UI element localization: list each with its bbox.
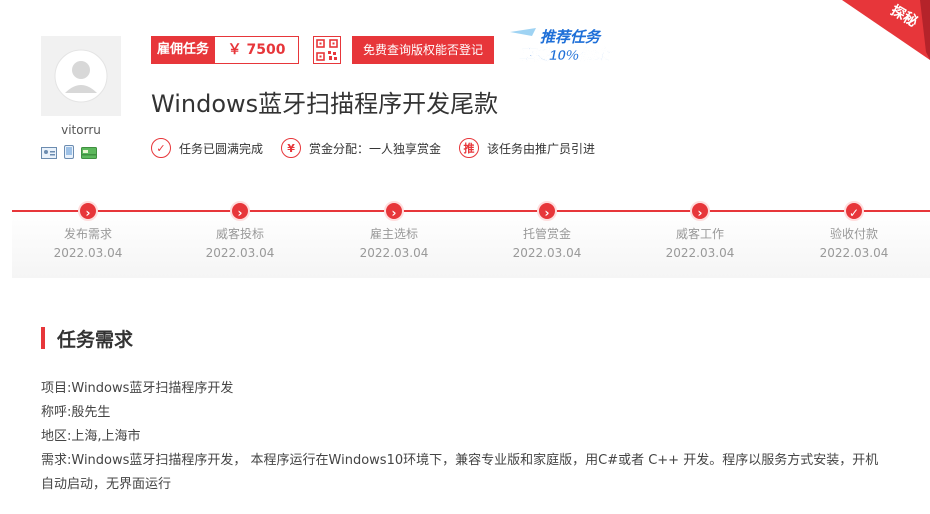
check-icon: ✓: [151, 138, 171, 158]
chevron-right-icon: ›: [78, 201, 98, 221]
default-avatar-icon: [54, 49, 108, 103]
chevron-right-icon: ›: [537, 201, 557, 221]
username[interactable]: vitorru: [41, 123, 121, 137]
desc-name: 称呼:殷先生: [41, 405, 111, 420]
reward-price: ￥ 7500: [215, 36, 300, 64]
reward-row: 雇佣任务 ￥ 7500: [151, 36, 300, 64]
step-escrow: › 托管赏金 2022.03.04: [487, 201, 607, 260]
check-icon: ✓: [844, 201, 864, 221]
bank-card-icon[interactable]: [81, 144, 97, 163]
feature-completed: ✓ 任务已圆满完成: [151, 138, 263, 158]
yen-icon: ¥: [281, 138, 302, 158]
task-progress: › 发布需求 2022.03.04 › 威客投标 2022.03.04 › 雇主…: [12, 201, 930, 278]
step-select: › 雇主选标 2022.03.04: [334, 201, 454, 260]
step-publish: › 发布需求 2022.03.04: [28, 201, 148, 260]
promo-decoration: [510, 28, 536, 36]
promo-line1: 推荐任务: [540, 29, 602, 46]
desc-project: 项目:Windows蓝牙扫描程序开发: [41, 381, 234, 396]
chevron-right-icon: ›: [230, 201, 250, 221]
step-work: › 威客工作 2022.03.04: [640, 201, 760, 260]
promo-badge[interactable]: 推荐任务 享受10%佣金: [506, 26, 626, 66]
promo-line2: 享受10%佣金: [519, 46, 612, 64]
qr-code-button[interactable]: [313, 36, 341, 64]
avatar[interactable]: [41, 36, 121, 116]
feature-reward-split: ¥ 赏金分配：一人独享赏金: [281, 138, 441, 158]
progress-line: [12, 210, 930, 212]
corner-ribbon[interactable]: 探秘: [842, 0, 930, 60]
copyright-check-button[interactable]: 免费查询版权能否登记: [352, 36, 494, 64]
desc-requirement: 需求:Windows蓝牙扫描程序开发， 本程序运行在Windows10环境下，兼…: [41, 453, 879, 492]
section-title: 任务需求: [41, 326, 133, 351]
id-card-icon[interactable]: [41, 144, 57, 163]
task-features: ✓ 任务已圆满完成 ¥ 赏金分配：一人独享赏金 推 该任务由推广员引进: [151, 138, 613, 158]
chevron-right-icon: ›: [690, 201, 710, 221]
page-title: Windows蓝牙扫描程序开发尾款: [151, 90, 499, 118]
desc-region: 地区:上海,上海市: [41, 429, 141, 444]
feature-promoter: 推 该任务由推广员引进: [459, 138, 595, 158]
reward-type-tag: 雇佣任务: [151, 36, 216, 64]
phone-icon[interactable]: [64, 144, 74, 163]
task-description: 项目:Windows蓝牙扫描程序开发 称呼:殷先生 地区:上海,上海市 需求:W…: [41, 377, 891, 497]
step-bid: › 威客投标 2022.03.04: [180, 201, 300, 260]
promote-icon: 推: [459, 138, 480, 158]
step-accept: ✓ 验收付款 2022.03.04: [794, 201, 914, 260]
chevron-right-icon: ›: [384, 201, 404, 221]
auth-icons: [41, 144, 97, 163]
qr-code-icon: [316, 39, 338, 61]
section-accent-bar: [41, 327, 45, 349]
